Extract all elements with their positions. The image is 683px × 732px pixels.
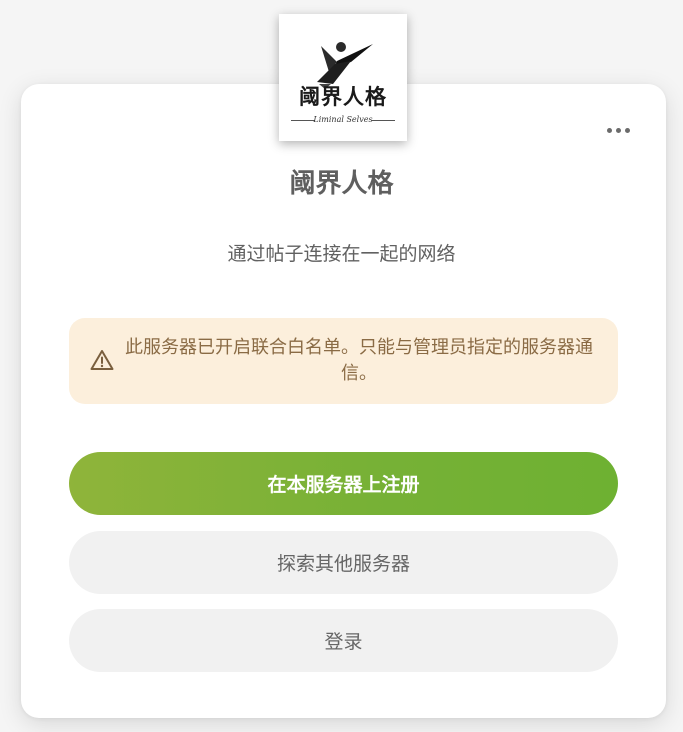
warning-icon [90, 350, 114, 370]
federation-whitelist-notice: 此服务器已开启联合白名单。只能与管理员指定的服务器通信。 [69, 318, 618, 404]
server-tagline: 通过帖子连接在一起的网络 [227, 243, 456, 265]
logo-rule-right [371, 120, 395, 121]
logo-wordmark: 阈界人格 [299, 84, 387, 109]
register-button[interactable]: 在本服务器上注册 [69, 452, 618, 515]
server-title: 阈界人格 [289, 169, 394, 199]
more-menu-button[interactable] [600, 123, 636, 137]
more-horizontal-icon [606, 127, 612, 133]
login-button[interactable]: 登录 [69, 609, 618, 672]
explore-servers-button[interactable]: 探索其他服务器 [69, 531, 618, 594]
more-horizontal-icon-dot [624, 127, 630, 133]
more-horizontal-icon-dot [615, 127, 621, 133]
notice-text: 此服务器已开启联合白名单。只能与管理员指定的服务器通信。 [125, 337, 593, 384]
server-logo: 阈界人格 Liminal Selves [279, 14, 407, 141]
